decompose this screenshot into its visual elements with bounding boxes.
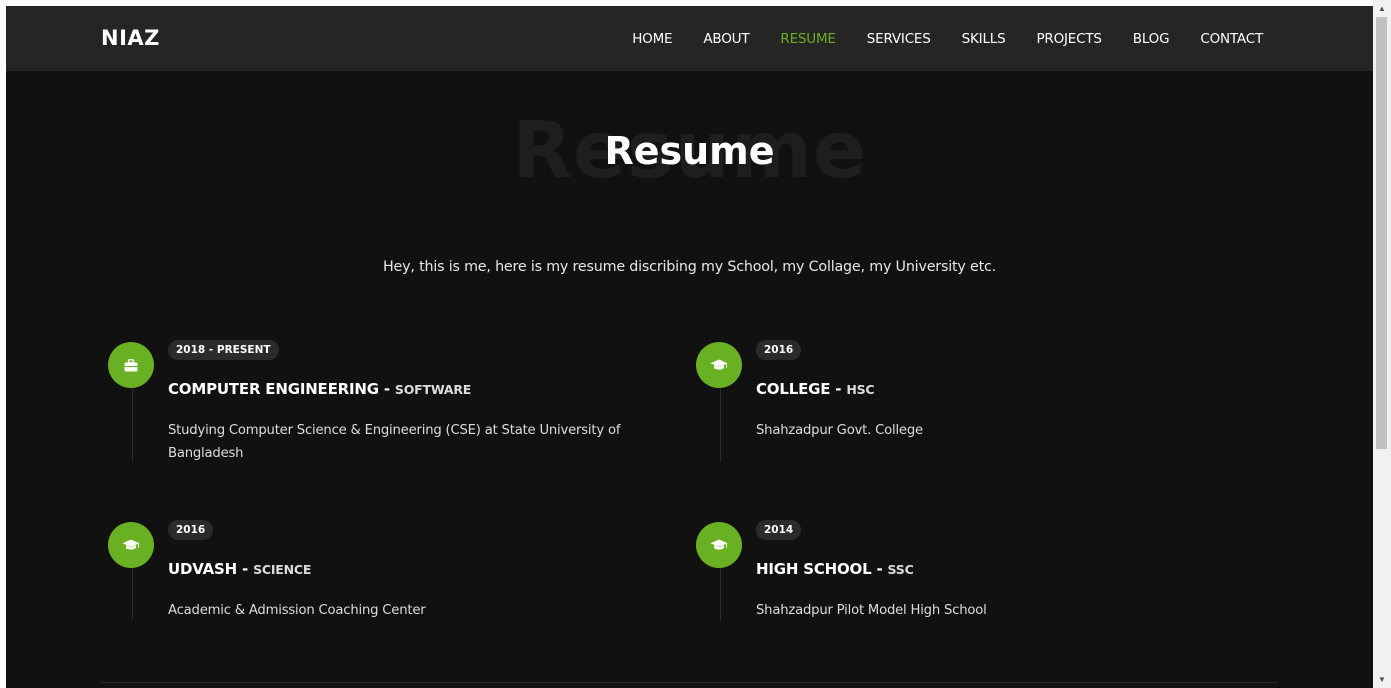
timeline-subtitle: SCIENCE <box>253 562 312 577</box>
nav-link-resume[interactable]: RESUME <box>780 31 836 47</box>
timeline-title: HIGH SCHOOL - <box>756 560 888 578</box>
brand-logo[interactable]: NIAZ <box>101 26 160 50</box>
scrollbar-thumb[interactable] <box>1376 17 1387 449</box>
nav-links: HOME ABOUT RESUME SERVICES SKILLS PROJEC… <box>601 6 1263 71</box>
timeline-date: 2018 - PRESENT <box>168 340 279 360</box>
timeline-line <box>720 388 721 462</box>
graduation-cap-icon <box>696 522 742 568</box>
timeline-description: Academic & Admission Coaching Center <box>168 603 426 618</box>
section-divider <box>101 682 1278 683</box>
timeline-title: UDVASH - <box>168 560 254 578</box>
timeline-subtitle: SSC <box>887 562 914 577</box>
nav-link-services[interactable]: SERVICES <box>867 31 931 47</box>
timeline-line <box>720 568 721 620</box>
nav-link-contact[interactable]: CONTACT <box>1200 31 1263 47</box>
nav-link-home[interactable]: HOME <box>632 31 672 47</box>
timeline-date: 2016 <box>168 520 214 540</box>
graduation-cap-icon <box>108 522 154 568</box>
timeline-date: 2016 <box>756 340 802 360</box>
section-title: Resume Resume <box>6 106 1373 196</box>
section-intro: Hey, this is me, here is my resume discr… <box>382 259 997 275</box>
timeline-title: COMPUTER ENGINEERING - <box>168 380 395 398</box>
timeline-subtitle: SOFTWARE <box>394 382 472 397</box>
timeline-heading: COLLEGE - HSC <box>756 380 875 398</box>
timeline-heading: COMPUTER ENGINEERING - SOFTWARE <box>168 380 471 398</box>
timeline-description: Shahzadpur Govt. College <box>756 423 923 438</box>
nav-link-skills[interactable]: SKILLS <box>962 31 1006 47</box>
briefcase-icon <box>108 342 154 388</box>
timeline-subtitle: HSC <box>846 382 875 397</box>
section-title-text: Resume <box>604 129 775 173</box>
page-viewport: NIAZ HOME ABOUT RESUME SERVICES SKILLS P… <box>6 6 1373 688</box>
timeline-heading: HIGH SCHOOL - SSC <box>756 560 914 578</box>
scroll-up-arrow-icon[interactable]: ▲ <box>1373 0 1391 17</box>
page-scrollbar[interactable]: ▲ ▼ <box>1373 0 1391 688</box>
graduation-cap-icon <box>696 342 742 388</box>
scroll-down-arrow-icon[interactable]: ▼ <box>1373 671 1391 688</box>
timeline-title: COLLEGE - <box>756 380 847 398</box>
nav-link-about[interactable]: ABOUT <box>703 31 749 47</box>
timeline-line <box>132 388 133 462</box>
nav-link-projects[interactable]: PROJECTS <box>1036 31 1102 47</box>
timeline-description: Shahzadpur Pilot Model High School <box>756 603 987 618</box>
timeline-heading: UDVASH - SCIENCE <box>168 560 311 578</box>
timeline-date: 2014 <box>756 520 802 540</box>
nav-link-blog[interactable]: BLOG <box>1133 31 1170 47</box>
timeline-line <box>132 568 133 620</box>
navbar: NIAZ HOME ABOUT RESUME SERVICES SKILLS P… <box>6 6 1373 71</box>
timeline-description: Studying Computer Science & Engineering … <box>168 423 621 461</box>
